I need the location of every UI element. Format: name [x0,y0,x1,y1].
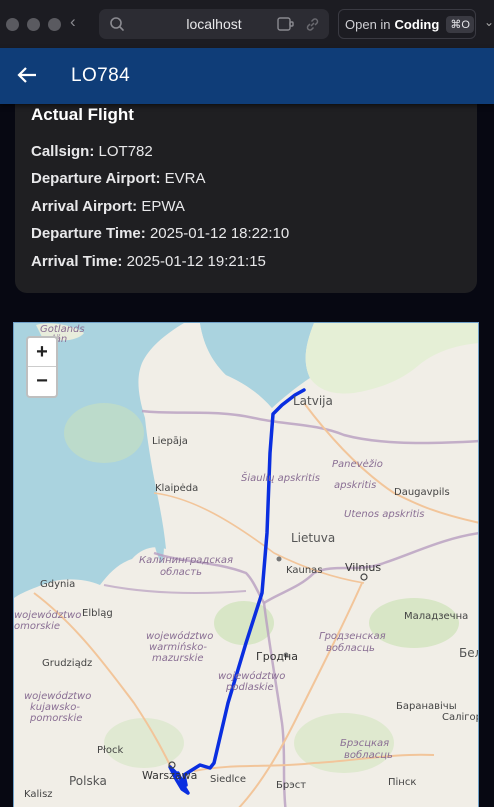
map-label: вобласць [326,642,375,654]
departure-airport-value: EVRA [164,170,206,187]
city-marker-kaunas [276,556,282,562]
map-label: Panevėžio [332,458,383,470]
zoom-control: + − [26,336,58,398]
map-label: mazurskie [152,653,204,664]
map-label: Gdynia [40,579,75,590]
arrival-airport-row: Arrival Airport: EPWA [31,198,185,215]
arrival-time-value: 2025-01-12 19:21:15 [126,253,266,270]
map-label: kujawsko- [30,702,80,713]
map-label: Elbląg [82,608,113,619]
browser-toolbar: ‹ localhost Open in Coding ⌘O ⌄ [0,0,494,48]
arrow-left-icon[interactable] [16,64,38,86]
chevron-down-icon[interactable]: ⌄ [484,15,494,29]
map-label: Брэсцкая [340,738,389,749]
land-north [305,323,478,394]
main-content: Actual Flight Callsign: LOT782 Departure… [0,92,494,807]
window-controls [6,17,61,31]
address-bar[interactable]: localhost [99,9,329,39]
link-icon[interactable] [304,16,321,33]
map-label: Kaunas [286,565,323,576]
open-in-app: Coding [394,16,440,32]
card-heading: Actual Flight [31,105,134,124]
zoom-out-button[interactable]: − [28,367,56,396]
back-chevron-icon[interactable]: ‹ [70,12,76,32]
map-label: Гродзенская [319,631,386,642]
map-label: Liepāja [152,436,188,447]
map-label: województwo [14,609,81,621]
app-header: LO784 [0,48,494,104]
gulf-of-riga [200,323,306,408]
arrival-airport-value: EPWA [141,198,185,215]
arrival-time-row: Arrival Time: 2025-01-12 19:21:15 [31,253,266,270]
map-label: Polska [69,774,107,788]
callsign-row: Callsign: LOT782 [31,143,153,160]
map-tiles: Gotlands län Latvija Liepāja Klaipėda Ši… [14,323,479,807]
map-label: Šiaulių apskritis [241,471,320,484]
open-in-prefix: Open in [345,16,391,32]
departure-time-value: 2025-01-12 18:22:10 [149,225,290,242]
map-label: Utenos apskritis [344,509,425,520]
border-poland-belarus [262,602,287,807]
map-label: Vilnius [345,561,381,574]
map-label: apskritis [334,480,376,491]
departure-time-row: Departure Time: 2025-01-12 18:22:10 [31,225,289,242]
actual-flight-card: Actual Flight Callsign: LOT782 Departure… [15,92,477,293]
callsign-label: Callsign: [31,143,95,160]
close-window-button[interactable] [6,17,19,31]
zoom-in-button[interactable]: + [28,338,56,367]
forest-patch [104,718,184,768]
map-label: Grudziądz [42,658,92,669]
map-label: Daugavpils [394,487,450,498]
departure-airport-label: Departure Airport: [31,170,161,187]
map-label: Płock [97,745,123,756]
map-label: omorskie [14,621,60,632]
map-label: województwo [218,670,285,682]
map-label: Warszawa [142,769,197,782]
city-marker-vilnius [360,573,368,581]
zoom-window-button[interactable] [48,17,61,31]
map-label: Брэст [276,780,306,791]
map-label: warmińsko- [149,641,207,653]
open-in-button[interactable]: Open in Coding ⌘O [338,9,476,39]
departure-airport-row: Departure Airport: EVRA [31,170,206,187]
map-label: Баранавічы [396,700,457,712]
map-label: область [160,566,202,578]
border-poland-kaliningrad [103,584,247,594]
map-label: podlaskie [225,682,274,693]
map-label: вобласць [344,749,393,761]
departure-time-label: Departure Time: [31,225,146,242]
map-label: Салігор [442,711,479,723]
browser-window: ‹ localhost Open in Coding ⌘O ⌄ LO784 Ac… [0,0,494,807]
map-label: województwo [146,630,213,642]
border-latvia-lithuania [141,409,478,445]
map-label: pomorskie [29,713,82,724]
map-label: Siedlce [210,774,246,785]
map-label: Маладзечна [404,611,468,622]
shortcut-badge: ⌘O [446,15,474,33]
arrival-airport-label: Arrival Airport: [31,198,138,215]
map-label: Бел [459,646,479,660]
map-label: Kalisz [24,789,53,800]
callsign-value: LOT782 [98,143,153,160]
minimize-window-button[interactable] [27,17,40,31]
road [303,402,478,524]
map-label: Latvija [293,394,333,408]
map-label: Гродна [256,650,298,663]
map-label: Пінск [388,776,416,788]
flight-map[interactable]: Gotlands län Latvija Liepāja Klaipėda Ši… [13,322,479,807]
arrival-time-label: Arrival Time: [31,253,123,270]
map-label: Lietuva [291,531,335,545]
forest-patch [64,403,144,463]
map-label: Klaipėda [155,483,198,494]
map-label: województwo [24,690,91,702]
extension-icon[interactable] [277,16,295,32]
map-label: Калинингpадская [139,555,233,566]
page-title: LO784 [71,65,131,86]
